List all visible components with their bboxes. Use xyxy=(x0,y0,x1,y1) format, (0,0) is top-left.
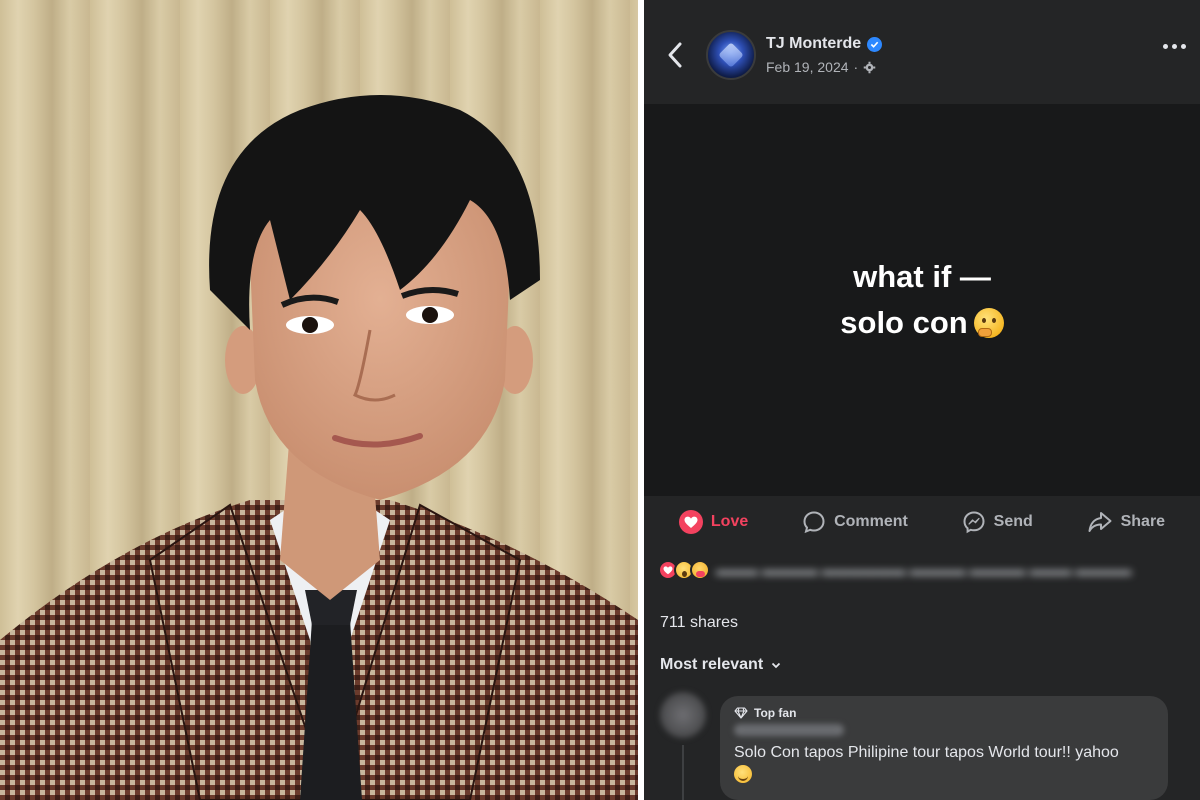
blurred-commenter-name[interactable] xyxy=(734,724,844,736)
author-row: TJ Monterde xyxy=(766,35,883,53)
love-button[interactable]: Love xyxy=(678,510,749,534)
comment-sort-dropdown[interactable]: Most relevant xyxy=(660,656,781,674)
smile-emoji-icon xyxy=(734,765,752,783)
author-avatar[interactable] xyxy=(706,30,756,80)
meta-separator: · xyxy=(853,59,859,75)
author-name[interactable]: TJ Monterde xyxy=(766,35,861,53)
chevron-down-icon xyxy=(772,662,781,668)
post-line-1: what if — xyxy=(853,259,991,294)
post-line-2: solo con xyxy=(840,305,968,340)
comment-label: Comment xyxy=(834,513,908,530)
comment-text-row: Solo Con tapos Philipine tour tapos Worl… xyxy=(734,741,1154,787)
thinking-face-icon xyxy=(973,308,1004,338)
portrait-photo xyxy=(0,0,638,800)
post-meta: Feb 19, 2024 · xyxy=(766,59,876,75)
post-line-2-row: solo con xyxy=(840,300,1004,346)
comment-text: Solo Con tapos Philipine tour tapos Worl… xyxy=(734,744,1119,761)
care-reaction-icon xyxy=(690,560,710,580)
love-icon xyxy=(678,510,703,534)
top-fan-badge: Top fan xyxy=(734,706,1154,720)
post-date[interactable]: Feb 19, 2024 xyxy=(766,59,849,75)
comment-bubble: Top fan Solo Con tapos Philipine tour ta… xyxy=(720,696,1168,800)
blurred-reaction-names: ▬▬▬ ▬▬▬▬ ▬▬▬▬▬▬ ▬▬▬▬ ▬▬▬▬ ▬▬▬ ▬▬▬▬ xyxy=(716,562,1132,578)
comment-button[interactable]: Comment xyxy=(802,510,908,534)
messenger-icon xyxy=(963,511,985,534)
diamond-icon xyxy=(734,707,748,719)
send-button[interactable]: Send xyxy=(962,510,1033,534)
privacy-gear-icon xyxy=(863,61,876,73)
commenter-avatar[interactable] xyxy=(660,692,706,738)
verified-icon xyxy=(867,36,883,52)
share-count[interactable]: 711 shares xyxy=(660,614,738,632)
send-label: Send xyxy=(993,513,1033,530)
thread-line xyxy=(682,745,684,800)
post-header: TJ Monterde Feb 19, 2024 · xyxy=(644,0,1200,104)
top-fan-label: Top fan xyxy=(754,706,797,720)
reaction-summary[interactable]: ▬▬▬ ▬▬▬▬ ▬▬▬▬▬▬ ▬▬▬▬ ▬▬▬▬ ▬▬▬ ▬▬▬▬ xyxy=(658,560,1131,580)
sort-label: Most relevant xyxy=(660,656,764,673)
share-label: Share xyxy=(1120,513,1166,530)
facebook-post-view: TJ Monterde Feb 19, 2024 · what if — sol… xyxy=(644,0,1200,800)
action-bar: Love Comment Send Share xyxy=(644,496,1200,548)
share-icon xyxy=(1088,512,1112,532)
back-button[interactable] xyxy=(662,38,688,72)
love-label: Love xyxy=(710,513,749,530)
post-text-card: what if — solo con xyxy=(644,104,1200,496)
share-button[interactable]: Share xyxy=(1087,510,1165,534)
back-icon xyxy=(668,42,682,68)
comment-icon xyxy=(803,511,825,534)
portrait-illustration xyxy=(0,95,638,800)
more-icon[interactable] xyxy=(1163,44,1186,49)
